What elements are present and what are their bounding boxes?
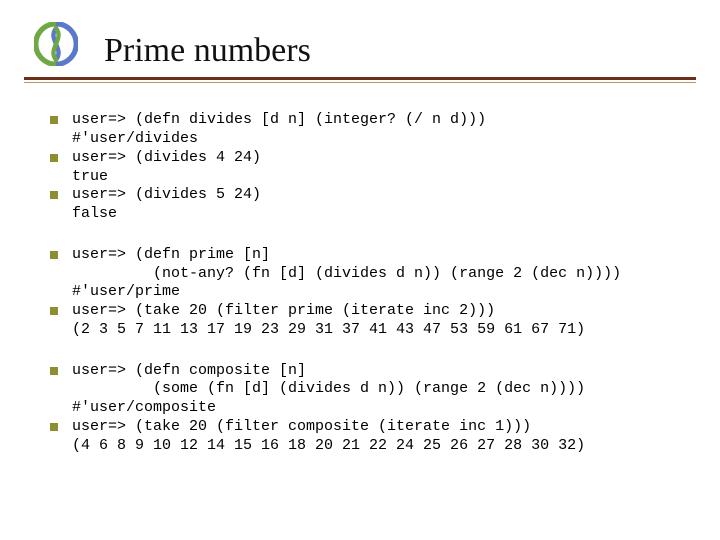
code-group: user=> (defn prime [n] (not-any? (fn [d]…	[50, 246, 692, 340]
divider-thin	[24, 82, 696, 83]
code-block: user=> (defn composite [n] (some (fn [d]…	[72, 362, 585, 418]
bullet-icon	[50, 307, 58, 315]
bullet-icon	[50, 367, 58, 375]
code-block: user=> (take 20 (filter prime (iterate i…	[72, 302, 585, 340]
code-block: user=> (divides 4 24) true	[72, 149, 261, 187]
bullet-icon	[50, 251, 58, 259]
list-item: user=> (take 20 (filter prime (iterate i…	[50, 302, 692, 340]
bullet-icon	[50, 423, 58, 431]
clojure-logo-icon	[34, 22, 78, 66]
list-item: user=> (divides 4 24) true	[50, 149, 692, 187]
code-block: user=> (divides 5 24) false	[72, 186, 261, 224]
list-item: user=> (defn composite [n] (some (fn [d]…	[50, 362, 692, 418]
code-group: user=> (defn divides [d n] (integer? (/ …	[50, 111, 692, 224]
code-block: user=> (defn prime [n] (not-any? (fn [d]…	[72, 246, 621, 302]
bullet-icon	[50, 154, 58, 162]
code-group: user=> (defn composite [n] (some (fn [d]…	[50, 362, 692, 456]
divider-thick	[24, 77, 696, 80]
list-item: user=> (defn divides [d n] (integer? (/ …	[50, 111, 692, 149]
bullet-icon	[50, 116, 58, 124]
bullet-icon	[50, 191, 58, 199]
slide-content: user=> (defn divides [d n] (integer? (/ …	[0, 83, 720, 455]
code-block: user=> (take 20 (filter composite (itera…	[72, 418, 585, 456]
slide: Prime numbers user=> (defn divides [d n]…	[0, 0, 720, 540]
list-item: user=> (take 20 (filter composite (itera…	[50, 418, 692, 456]
code-block: user=> (defn divides [d n] (integer? (/ …	[72, 111, 486, 149]
list-item: user=> (defn prime [n] (not-any? (fn [d]…	[50, 246, 692, 302]
slide-title: Prime numbers	[104, 18, 720, 75]
slide-header: Prime numbers	[0, 0, 720, 83]
list-item: user=> (divides 5 24) false	[50, 186, 692, 224]
